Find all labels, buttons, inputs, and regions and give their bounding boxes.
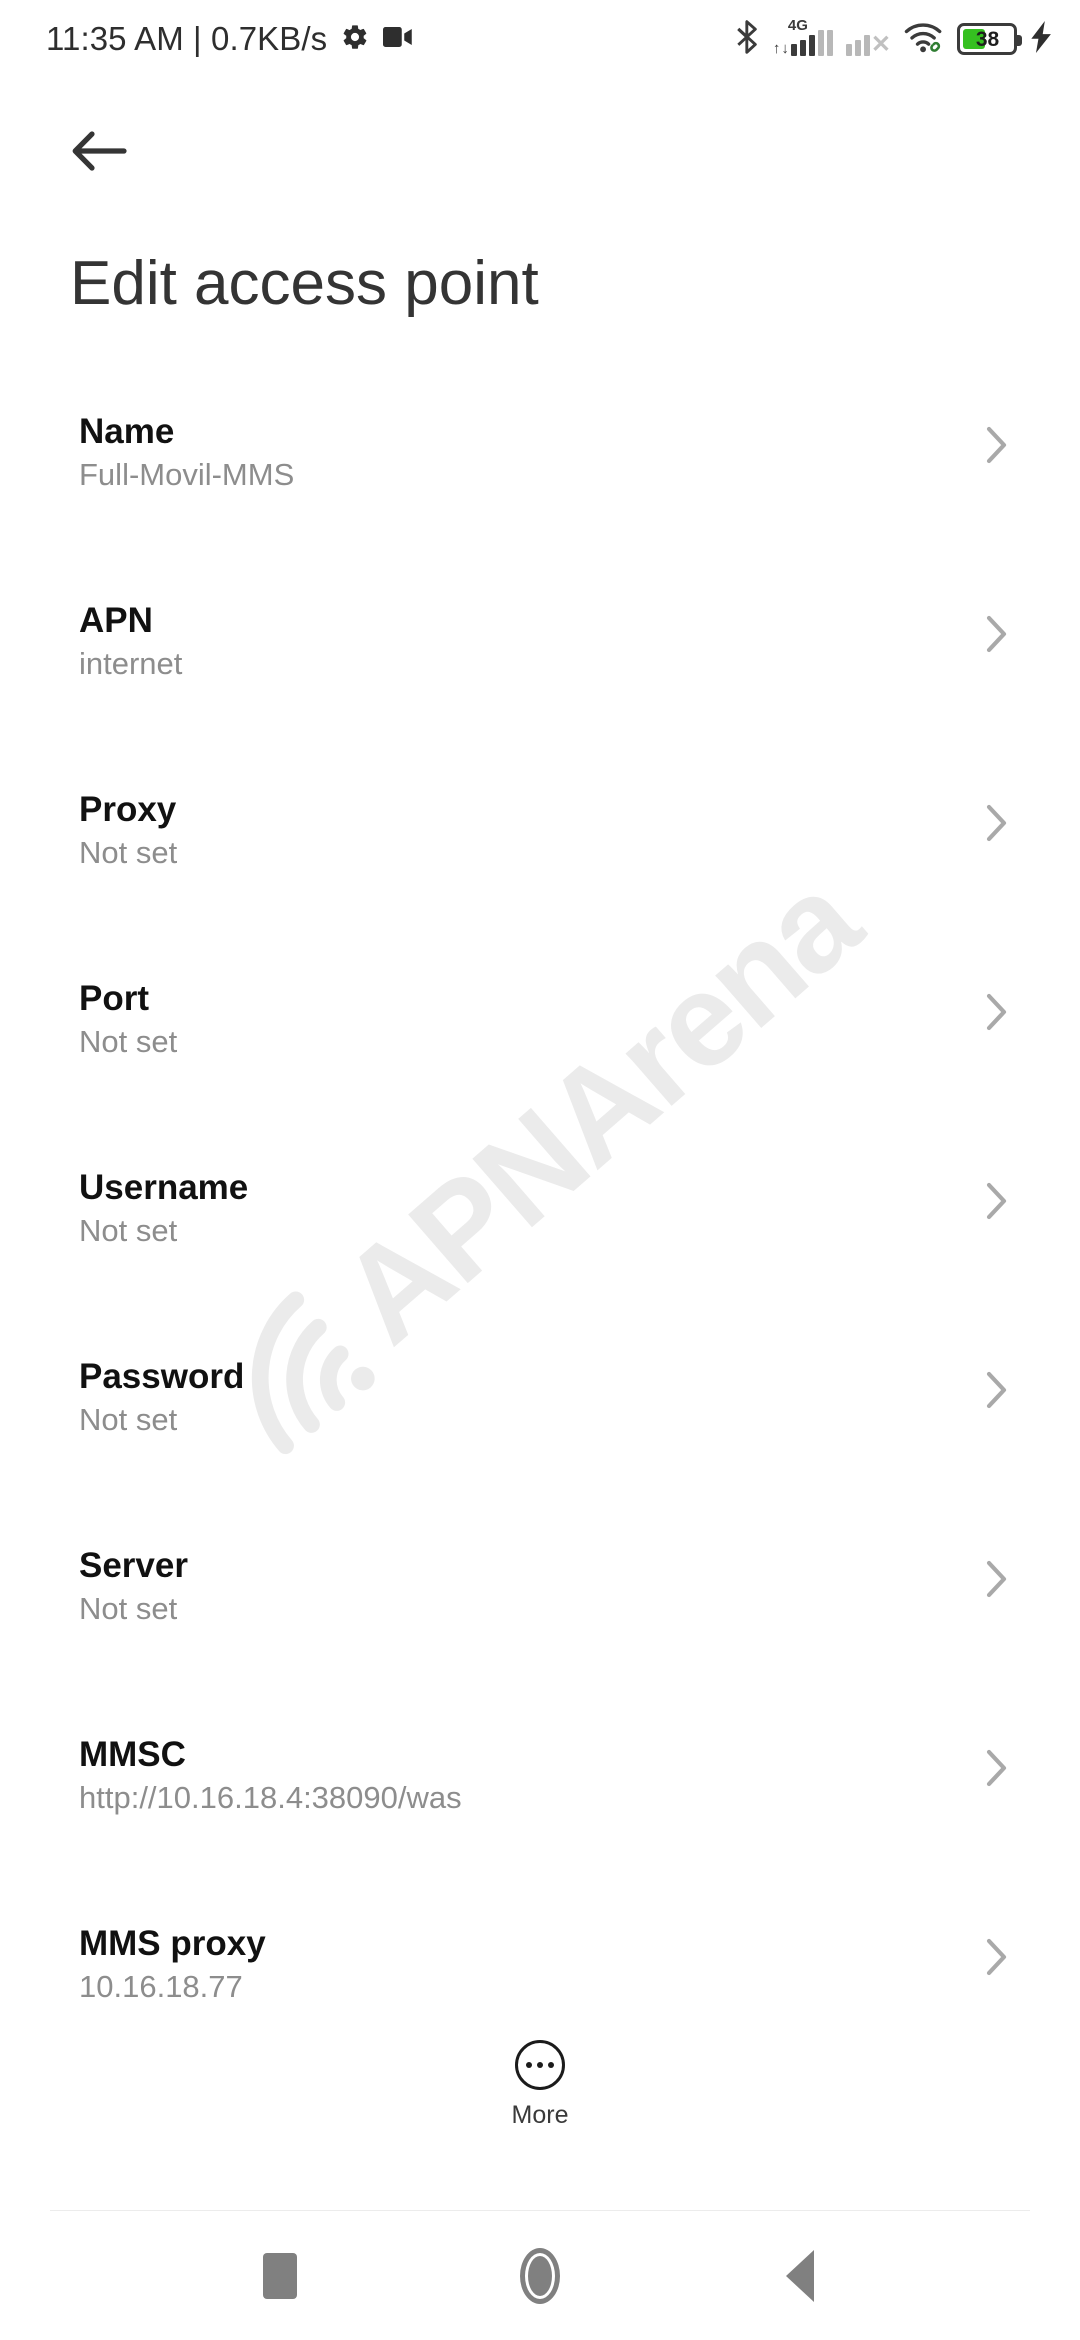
list-item-title: APN: [79, 601, 153, 640]
charging-bolt-icon: [1030, 20, 1054, 58]
no-service-x-icon: ✕: [870, 31, 891, 58]
chevron-right-icon: [986, 1560, 1008, 1603]
home-button[interactable]: [480, 2231, 600, 2321]
app-bar: [0, 108, 1080, 198]
list-item-value: internet: [79, 646, 183, 682]
list-item-title: Proxy: [79, 790, 177, 829]
list-item-value: Not set: [79, 1402, 178, 1438]
list-item-mmsc[interactable]: MMSC http://10.16.18.4:38090/was: [0, 1735, 1080, 1924]
back-arrow-icon[interactable]: [72, 130, 128, 177]
list-item-name[interactable]: Name Full-Movil-MMS: [0, 412, 1080, 601]
system-navigation-bar: [0, 2212, 1080, 2340]
sim1-signal-icon: 4G ↑ ↓: [772, 18, 833, 57]
list-item-username[interactable]: Username Not set: [0, 1168, 1080, 1357]
back-triangle-icon: [786, 2250, 814, 2302]
list-item-value: Not set: [79, 1213, 178, 1249]
sim2-bars: [845, 30, 870, 56]
chevron-right-icon: [986, 804, 1008, 847]
list-item-value: 10.16.18.77: [79, 1969, 243, 2005]
chevron-right-icon: [986, 1182, 1008, 1225]
list-item-password[interactable]: Password Not set: [0, 1357, 1080, 1546]
more-button[interactable]: More: [0, 2040, 1080, 2130]
apn-settings-list: Name Full-Movil-MMS APN internet Proxy N…: [0, 412, 1080, 2113]
recents-square-icon: [263, 2253, 297, 2299]
recents-button[interactable]: [220, 2231, 340, 2321]
chevron-right-icon: [986, 993, 1008, 1036]
status-clock: 11:35 AM | 0.7KB/s: [46, 20, 328, 57]
chevron-right-icon: [986, 1749, 1008, 1792]
status-bar-right: 4G ↑ ↓ ✕ 38: [735, 18, 1054, 59]
bottom-divider: [50, 2210, 1030, 2211]
list-item-value: Not set: [79, 1024, 178, 1060]
list-item-title: MMS proxy: [79, 1924, 266, 1963]
list-item-title: Server: [79, 1546, 188, 1585]
list-item-title: Name: [79, 412, 175, 451]
list-item-value: Not set: [79, 1591, 178, 1627]
overflow-dots-icon: [515, 2040, 565, 2090]
battery-icon: 38: [957, 23, 1022, 55]
list-item-server[interactable]: Server Not set: [0, 1546, 1080, 1735]
back-button[interactable]: [740, 2231, 860, 2321]
phone-screen: 11:35 AM | 0.7KB/s 4G ↑ ↓ ✕ 38 APNArena …: [0, 0, 1080, 2340]
home-circle-icon: [520, 2248, 560, 2304]
video-camera-icon: [383, 26, 413, 53]
list-item-title: Port: [79, 979, 149, 1018]
list-item-value: Not set: [79, 835, 178, 871]
wifi-icon: [904, 21, 944, 58]
data-arrows-icon: ↑ ↓: [772, 40, 789, 57]
status-bar-left: 11:35 AM | 0.7KB/s: [46, 20, 413, 58]
status-bar: 11:35 AM | 0.7KB/s 4G ↑ ↓ ✕ 38: [0, 0, 1080, 78]
list-item-title: Password: [79, 1357, 245, 1396]
chevron-right-icon: [986, 1371, 1008, 1414]
list-item-title: Username: [79, 1168, 249, 1207]
list-item-port[interactable]: Port Not set: [0, 979, 1080, 1168]
sim2-signal-icon: ✕: [845, 22, 891, 58]
chevron-right-icon: [986, 426, 1008, 469]
list-item-title: MMSC: [79, 1735, 186, 1774]
list-item-proxy[interactable]: Proxy Not set: [0, 790, 1080, 979]
more-button-label: More: [511, 2101, 569, 2129]
network-type-label: 4G: [787, 17, 808, 34]
page-title: Edit access point: [70, 249, 539, 318]
list-item-value: http://10.16.18.4:38090/was: [79, 1780, 462, 1816]
battery-percent-label: 38: [975, 27, 1000, 51]
list-item-apn[interactable]: APN internet: [0, 601, 1080, 790]
list-item-value: Full-Movil-MMS: [79, 457, 295, 493]
chevron-right-icon: [986, 615, 1008, 658]
chevron-right-icon: [986, 1938, 1008, 1981]
bluetooth-icon: [735, 19, 760, 59]
gear-icon: [341, 23, 369, 56]
